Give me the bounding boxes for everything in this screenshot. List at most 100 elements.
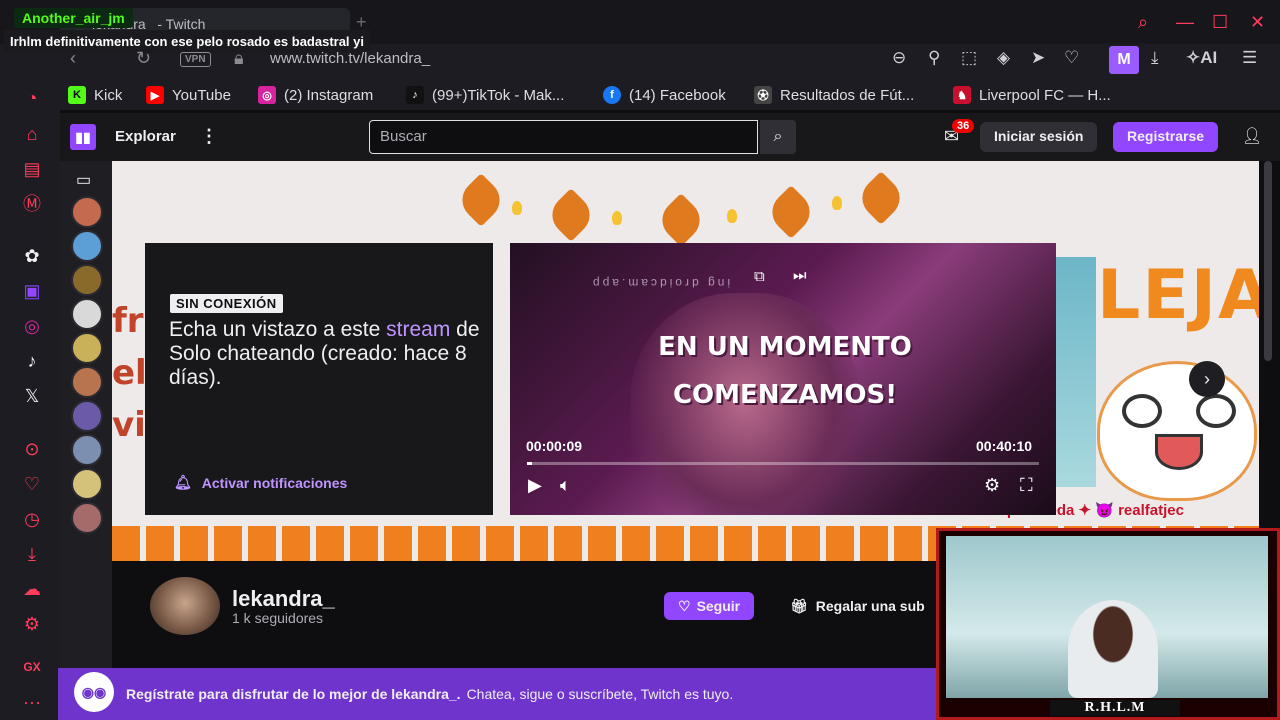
- gaming-icon[interactable]: ⌂: [20, 122, 44, 146]
- zoom-out-icon[interactable]: ⊖: [892, 48, 906, 68]
- explore-link[interactable]: Explorar: [115, 128, 176, 145]
- settings-gear-icon[interactable]: ⚙: [984, 475, 1000, 496]
- address-bar[interactable]: www.twitch.tv/lekandra_: [270, 50, 430, 67]
- carousel-next-preview[interactable]: [1056, 257, 1096, 487]
- gift-sub-button[interactable]: 🎁︎ Regalar una sub: [786, 592, 929, 620]
- video-watermark: ing droidcam.app: [590, 276, 731, 290]
- more-icon[interactable]: ···: [20, 690, 44, 714]
- channel-avatar[interactable]: [71, 332, 103, 364]
- channel-avatar-large[interactable]: [150, 577, 220, 635]
- bulb-icon: [612, 211, 622, 225]
- current-time: 00:00:09: [526, 438, 583, 454]
- bookmark-kick[interactable]: K Kick: [68, 86, 122, 104]
- ai-button[interactable]: ✧AI: [1186, 48, 1217, 68]
- minimize-button[interactable]: —: [1176, 12, 1194, 33]
- back-button[interactable]: ‹: [70, 48, 76, 69]
- profile-badge[interactable]: M: [1109, 46, 1139, 74]
- channel-name[interactable]: lekandra_: [232, 586, 335, 612]
- cat-eye: [1122, 394, 1162, 428]
- video-player[interactable]: ing droidcam.app ⧉ ⏭ EN UN MOMENTO COMEN…: [510, 243, 1056, 515]
- activate-notifications-button[interactable]: 🔔︎ Activar notificaciones: [174, 474, 347, 491]
- reload-button[interactable]: ↻: [136, 48, 151, 69]
- player-icon[interactable]: ⊙: [20, 437, 44, 461]
- bookmark-facebook[interactable]: f (14) Facebook: [603, 86, 726, 104]
- channel-avatar[interactable]: [71, 264, 103, 296]
- notification-badge: 36: [952, 119, 975, 133]
- channel-avatar[interactable]: [71, 468, 103, 500]
- twitch-icon[interactable]: ▣: [20, 279, 44, 303]
- fullscreen-icon[interactable]: ⛶: [1020, 475, 1033, 496]
- channel-avatar[interactable]: [71, 366, 103, 398]
- tiktok-side-icon[interactable]: ♪: [20, 349, 44, 373]
- user-icon[interactable]: 👤︎: [1242, 126, 1262, 146]
- follow-button[interactable]: ♡ Seguir: [664, 592, 755, 620]
- chatgpt-icon[interactable]: ✿: [20, 244, 44, 268]
- heart-icon[interactable]: ♡: [1064, 48, 1079, 68]
- bookmark-youtube[interactable]: ▶ YouTube: [146, 86, 231, 104]
- download-icon[interactable]: ⤓: [1151, 48, 1159, 68]
- menu-icon[interactable]: ☰: [1242, 48, 1257, 68]
- maximize-button[interactable]: ☐: [1212, 12, 1228, 33]
- signup-promo-bar[interactable]: Regístrate para disfrutar de lo mejor de…: [58, 668, 936, 720]
- settings-icon[interactable]: ⚙: [20, 612, 44, 636]
- pip-icon[interactable]: ⧉: [754, 268, 765, 285]
- pocket-icon[interactable]: ◈: [997, 48, 1010, 68]
- cat-eye: [1196, 394, 1236, 428]
- channel-avatar[interactable]: [71, 298, 103, 330]
- webcam-person: [1068, 600, 1158, 698]
- seek-bar[interactable]: [527, 462, 1039, 465]
- leaf-icon: [544, 188, 598, 242]
- follower-count: 1 k seguidores: [232, 610, 324, 626]
- following-icon[interactable]: ▭: [76, 170, 91, 190]
- offline-message: Echa un vistazo a este stream de Solo ch…: [169, 318, 489, 390]
- leaf-icon: [654, 193, 708, 247]
- history-icon[interactable]: ◷: [20, 507, 44, 531]
- channel-avatar[interactable]: [71, 230, 103, 262]
- vpn-badge[interactable]: VPN: [180, 52, 211, 67]
- gift-icon: 🎁︎: [790, 597, 808, 614]
- instagram-side-icon[interactable]: ◎: [20, 314, 44, 338]
- login-button[interactable]: Iniciar sesión: [980, 122, 1098, 152]
- more-options-icon[interactable]: ⋮: [200, 126, 218, 147]
- scores-icon: ⚽︎: [754, 86, 772, 104]
- twitch-logo-icon[interactable]: ▮▮: [70, 124, 96, 150]
- volume-icon[interactable]: 🔈︎: [560, 475, 571, 496]
- channel-avatar[interactable]: [71, 196, 103, 228]
- skip-icon[interactable]: ⏭: [793, 267, 807, 284]
- favorites-icon[interactable]: ♡: [20, 472, 44, 496]
- gx-mods-icon[interactable]: Ⓜ: [20, 192, 44, 216]
- heart-icon: ♡: [678, 597, 691, 614]
- bookmark-label: (2) Instagram: [284, 86, 374, 104]
- channel-avatar[interactable]: [71, 434, 103, 466]
- extensions-icon[interactable]: ☁: [20, 577, 44, 601]
- bookmark-liverpool[interactable]: ♞ Liverpool FC — H...: [953, 86, 1111, 104]
- pin-icon[interactable]: ⚲: [928, 48, 940, 68]
- bookmark-label: (99+)TikTok - Mak...: [432, 86, 565, 104]
- play-button[interactable]: ▶: [528, 475, 542, 496]
- channel-avatar[interactable]: [71, 502, 103, 534]
- gx-icon[interactable]: GX: [20, 655, 44, 679]
- lock-icon[interactable]: 🔒︎: [234, 48, 244, 69]
- facebook-icon: f: [603, 86, 621, 104]
- downloads-icon[interactable]: ⤓: [20, 542, 44, 566]
- speed-dial-icon[interactable]: ◔: [20, 86, 44, 110]
- video-headline-line1: EN UN MOMENTO: [658, 332, 912, 362]
- signup-button[interactable]: Registrarse: [1113, 122, 1219, 152]
- channel-avatar[interactable]: [71, 400, 103, 432]
- screenshot-icon[interactable]: ⬚: [961, 48, 977, 68]
- page-scrollbar[interactable]: [1264, 161, 1272, 361]
- send-icon[interactable]: ➤: [1031, 48, 1045, 68]
- search-button[interactable]: ⌕: [760, 120, 796, 154]
- search-icon[interactable]: ⌕: [1138, 12, 1148, 33]
- bookmark-instagram[interactable]: ◎ (2) Instagram: [258, 86, 373, 104]
- duration: 00:40:10: [976, 438, 1033, 454]
- carousel-next-button[interactable]: ›: [1189, 361, 1225, 397]
- search-input[interactable]: Buscar: [369, 120, 758, 154]
- x-icon[interactable]: 𝕏: [20, 384, 44, 408]
- activate-notifications-label: Activar notificaciones: [201, 474, 348, 491]
- news-icon[interactable]: ▤: [20, 157, 44, 181]
- bookmark-tiktok[interactable]: ♪ (99+)TikTok - Mak...: [406, 86, 564, 104]
- close-button[interactable]: ✕: [1250, 12, 1265, 33]
- bookmark-resultados[interactable]: ⚽︎ Resultados de Fút...: [754, 86, 914, 104]
- stream-link[interactable]: stream: [386, 318, 450, 341]
